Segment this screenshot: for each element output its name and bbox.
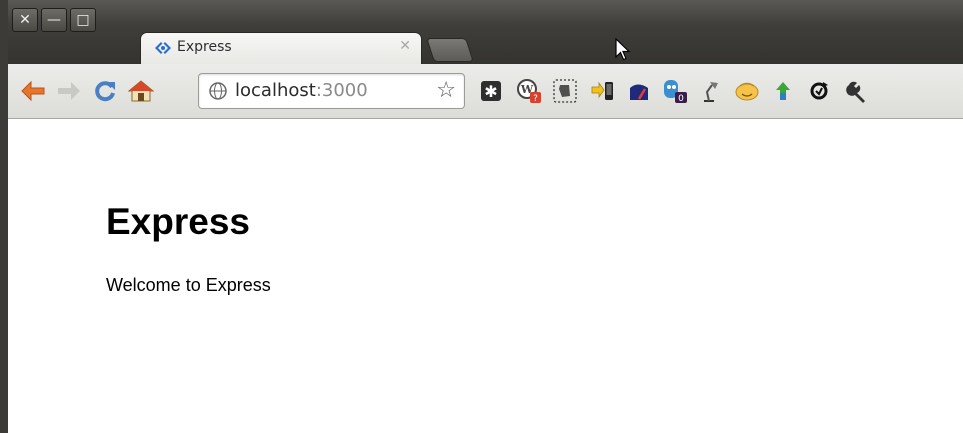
- mouse-cursor-icon: [615, 38, 631, 61]
- counter-extension-icon[interactable]: 0: [662, 78, 688, 104]
- express-favicon-icon: [155, 42, 171, 54]
- wordpress-extension-icon[interactable]: W?: [516, 78, 542, 104]
- tab-strip: ✕ — □ Express ✕: [8, 0, 963, 64]
- evernote-extension-icon[interactable]: [552, 78, 578, 104]
- page-title: Express: [106, 201, 250, 242]
- wrench-icon[interactable]: [844, 78, 870, 104]
- page-content: Express Welcome to Express: [16, 119, 963, 433]
- browser-window: ✕ — □ Express ✕ localhost:3000 ☆ ✱ W ? 0…: [0, 0, 963, 433]
- lamp-extension-icon[interactable]: [698, 78, 724, 104]
- maximize-window-icon[interactable]: □: [70, 8, 96, 32]
- url-port: :3000: [315, 80, 368, 101]
- bookmark-star-icon[interactable]: ☆: [436, 78, 456, 103]
- browser-toolbar: localhost:3000 ☆ ✱ W? 0: [8, 64, 963, 119]
- svg-text:✱: ✱: [484, 82, 497, 101]
- tab-express[interactable]: Express ✕: [141, 33, 421, 64]
- new-tab-button[interactable]: [426, 38, 474, 62]
- back-arrow-icon[interactable]: [20, 78, 46, 104]
- speed-meter-extension-icon[interactable]: [626, 78, 652, 104]
- sync-extension-icon[interactable]: [806, 78, 832, 104]
- tab-title: Express: [177, 39, 232, 55]
- globe-icon: [209, 82, 227, 100]
- send-to-phone-extension-icon[interactable]: [590, 78, 616, 104]
- tab-close-icon[interactable]: ✕: [399, 38, 411, 54]
- url-text: localhost:3000: [235, 80, 368, 101]
- counter-badge: 0: [678, 94, 684, 104]
- welcome-text: Welcome to Express: [106, 275, 271, 295]
- window-controls: ✕ — □: [12, 8, 96, 32]
- asterisk-extension-icon[interactable]: ✱: [478, 78, 504, 104]
- close-window-icon[interactable]: ✕: [12, 8, 38, 32]
- smiley-extension-icon[interactable]: [734, 78, 760, 104]
- reload-icon[interactable]: [92, 78, 118, 104]
- minimize-window-icon[interactable]: —: [41, 8, 67, 32]
- forward-arrow-icon[interactable]: [56, 78, 82, 104]
- address-bar[interactable]: localhost:3000 ☆: [198, 73, 465, 109]
- arrow-extension-icon[interactable]: [770, 78, 796, 104]
- wordpress-badge: ?: [533, 94, 538, 104]
- home-icon[interactable]: [128, 78, 154, 104]
